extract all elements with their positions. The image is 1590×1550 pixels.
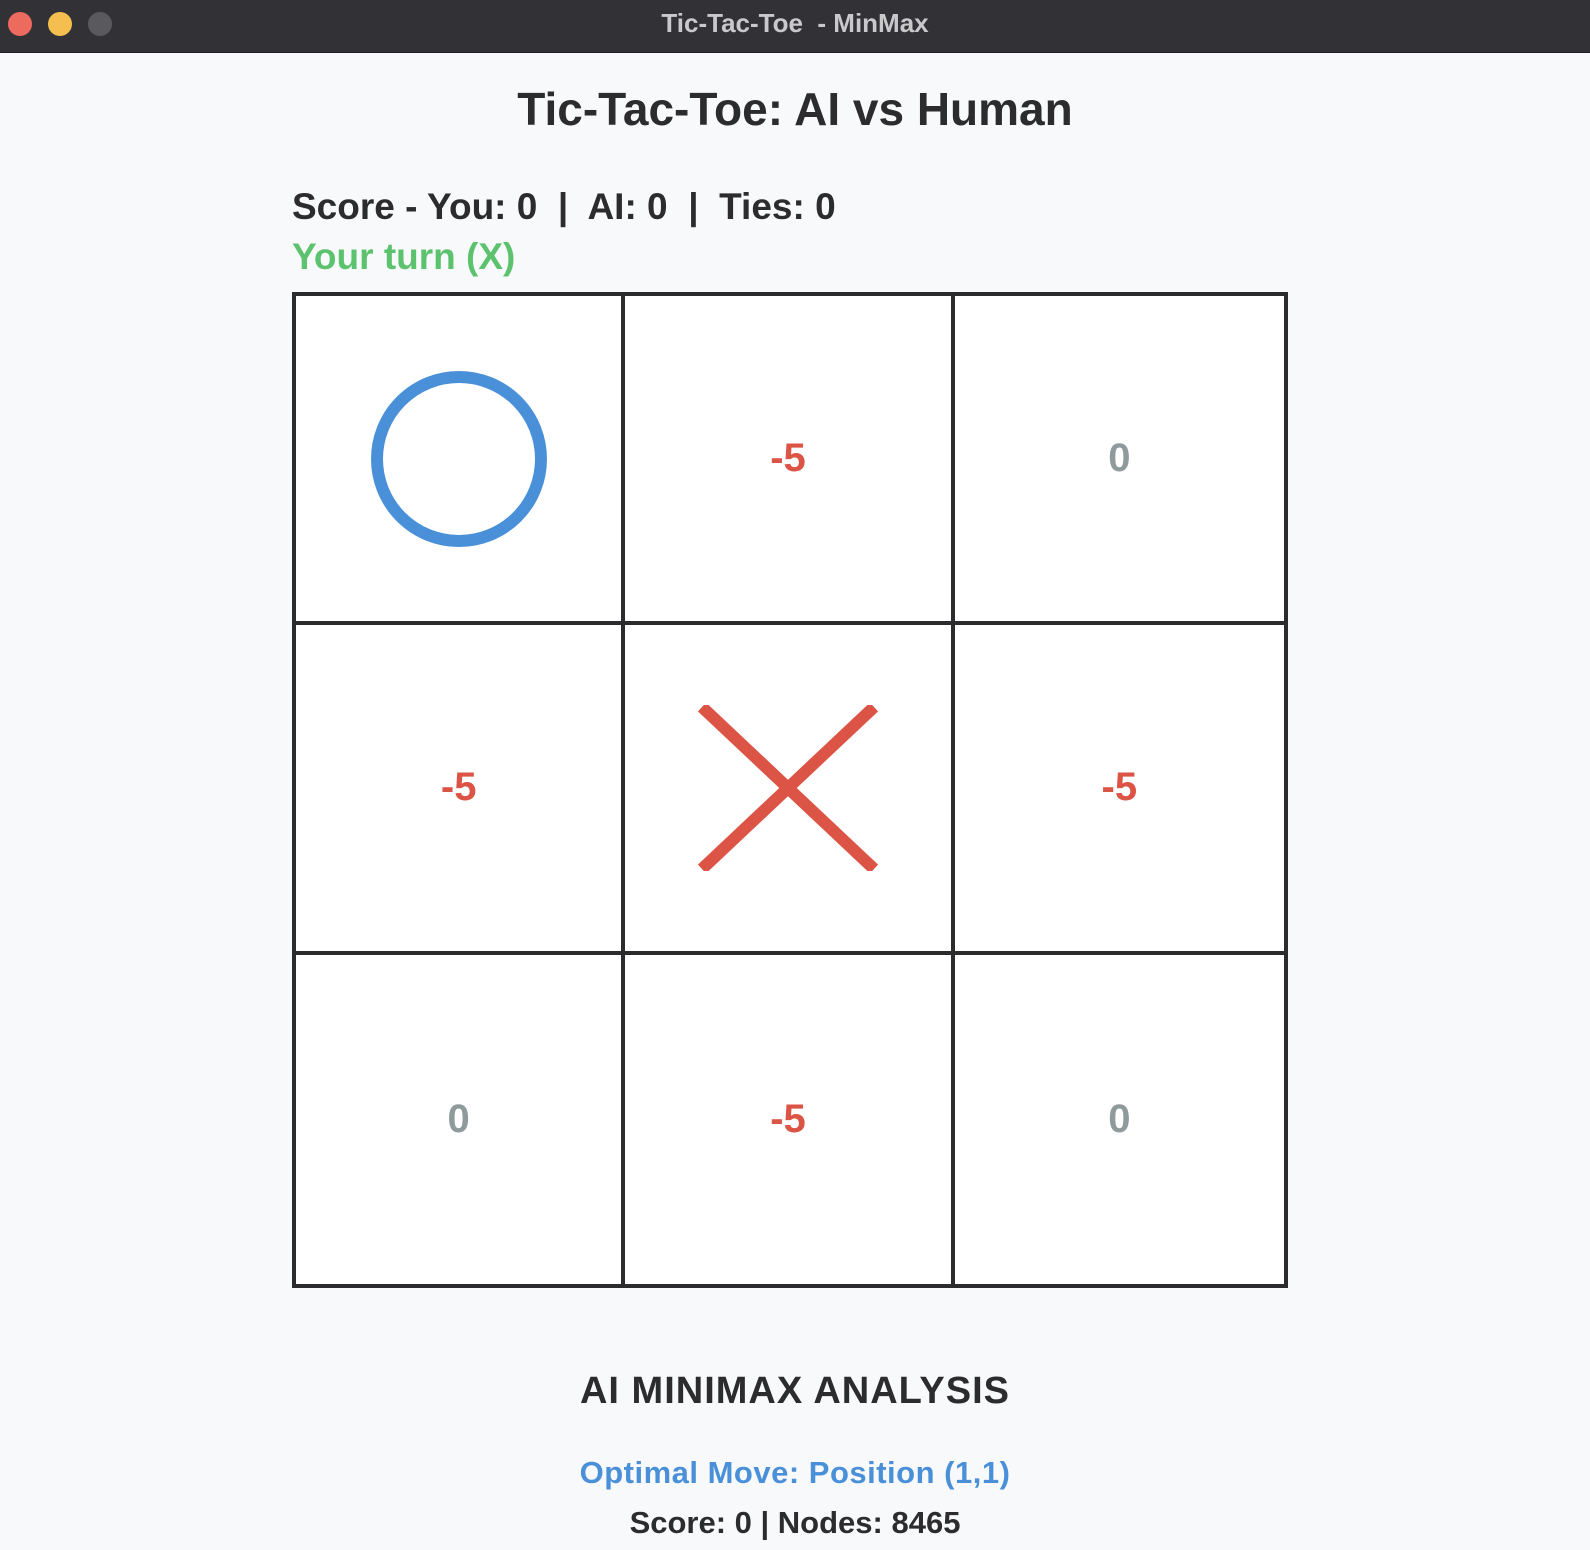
- board-cell-2-1[interactable]: -5: [625, 954, 955, 1284]
- cell-minimax-score: -5: [1101, 765, 1138, 810]
- board-cell-0-1[interactable]: -5: [625, 296, 955, 626]
- cell-minimax-score: -5: [770, 1096, 806, 1141]
- o-mark: [370, 370, 547, 547]
- analysis-stats: Score: 0 | Nodes: 8465: [629, 1505, 961, 1540]
- board-cell-2-0[interactable]: 0: [296, 954, 626, 1284]
- cell-minimax-score: 0: [1108, 436, 1131, 481]
- board-cell-1-0[interactable]: -5: [296, 625, 626, 955]
- board-cell-1-2[interactable]: -5: [954, 625, 1284, 955]
- board-cell-2-2[interactable]: 0: [954, 954, 1284, 1284]
- x-mark: [697, 704, 878, 871]
- optimal-move-text: Optimal Move: Position (1,1): [579, 1455, 1011, 1490]
- cell-minimax-score: -5: [440, 765, 477, 810]
- game-board: -5 0 -5 -5 0 -5 0: [292, 292, 1288, 1288]
- cell-minimax-score: 0: [447, 1096, 470, 1141]
- score-line: Score - You: 0 | AI: 0 | Ties: 0: [292, 186, 836, 227]
- turn-indicator: Your turn (X): [292, 236, 516, 277]
- page-title: Tic-Tac-Toe: AI vs Human: [517, 83, 1073, 135]
- board-cell-0-2[interactable]: 0: [954, 296, 1284, 626]
- board-cell-1-1[interactable]: [625, 625, 955, 955]
- board-cell-0-0[interactable]: [296, 296, 626, 626]
- window-titlebar: Tic-Tac-Toe - MinMax: [0, 0, 1590, 53]
- window-title: Tic-Tac-Toe - MinMax: [661, 8, 929, 38]
- analysis-title: AI MINIMAX ANALYSIS: [579, 1370, 1010, 1412]
- cell-minimax-score: -5: [770, 436, 806, 481]
- cell-minimax-score: 0: [1108, 1096, 1131, 1141]
